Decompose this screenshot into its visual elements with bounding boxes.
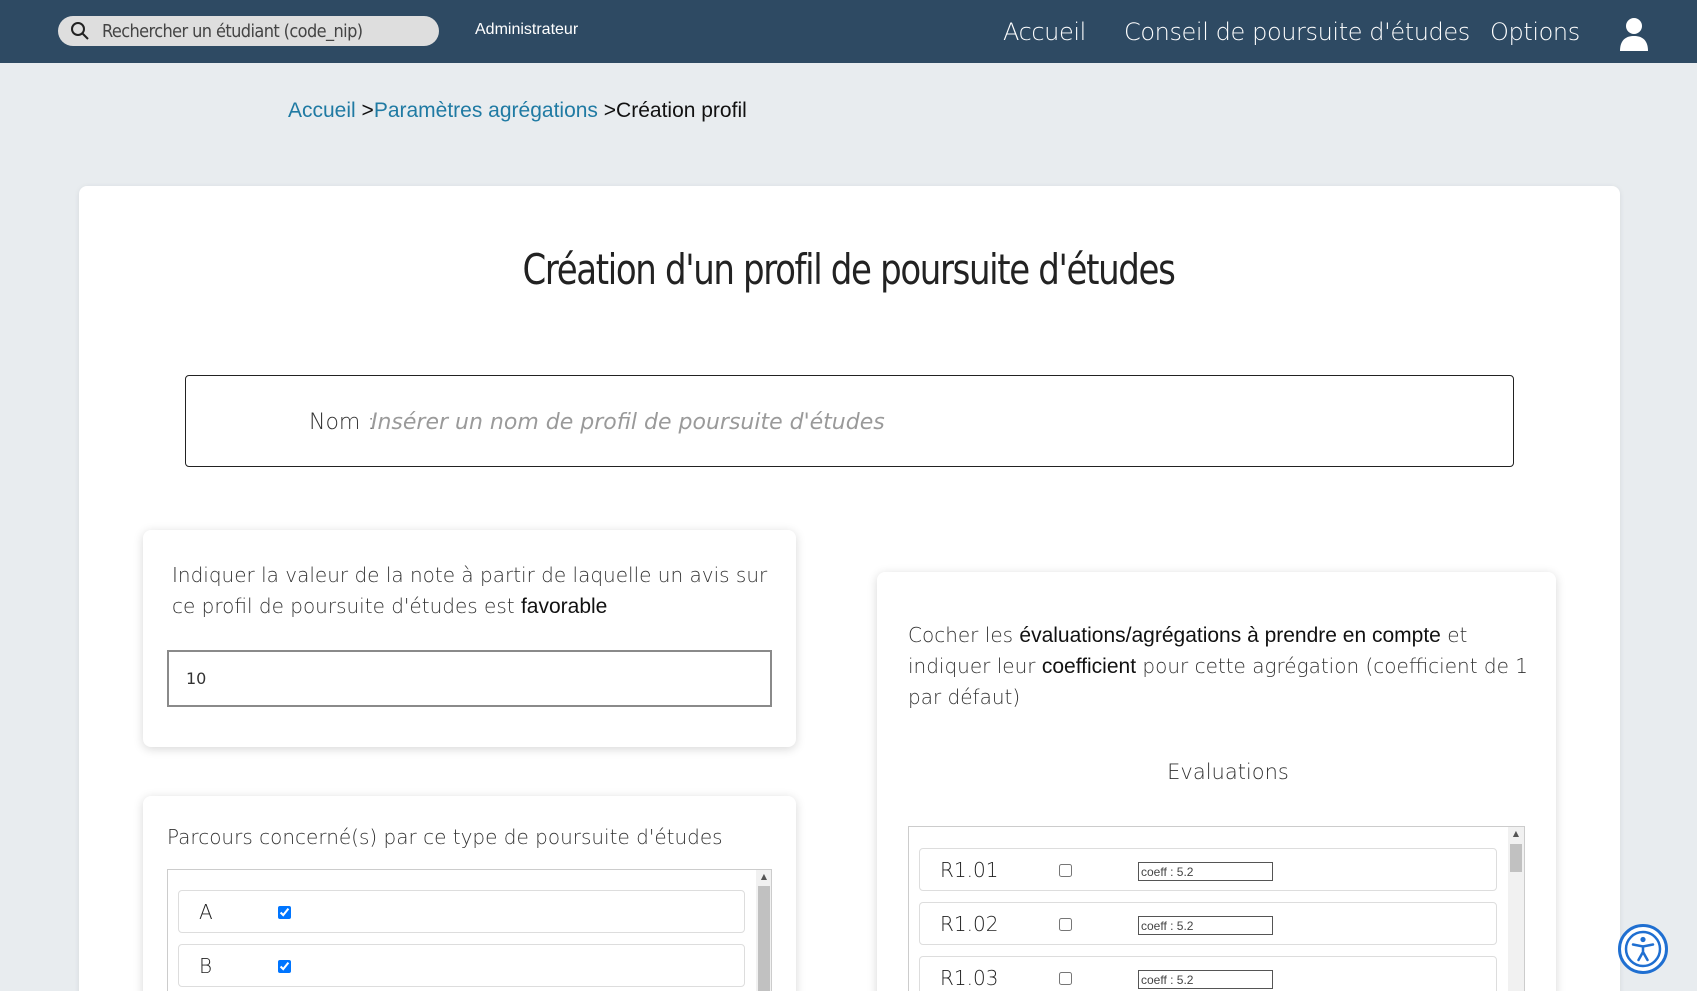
- parcours-label: B: [199, 954, 213, 978]
- threshold-text-bold: favorable: [520, 595, 608, 618]
- name-label: Nom :: [309, 410, 375, 435]
- breadcrumb-home[interactable]: Accueil: [288, 99, 356, 122]
- breadcrumb-separator: >: [355, 99, 374, 122]
- list-item: R1.02: [919, 902, 1497, 945]
- breadcrumb-parametres-agregations[interactable]: Paramètres agrégations: [374, 99, 598, 122]
- parcours-checkbox-a[interactable]: [278, 906, 291, 919]
- scroll-up-arrow-icon[interactable]: ▲: [1508, 827, 1524, 841]
- eval-text-bold: coefficient: [1041, 655, 1137, 678]
- nav-conseil-poursuite-etudes[interactable]: Conseil de poursuite d'études: [1124, 18, 1470, 46]
- eval-text: Cocher les: [908, 623, 1020, 647]
- list-item: R1.01: [919, 848, 1497, 891]
- list-item: A: [178, 890, 745, 933]
- parcours-scrollbar[interactable]: ▲: [756, 870, 771, 991]
- scrollbar-thumb[interactable]: [758, 886, 770, 991]
- accessibility-icon: [1624, 930, 1662, 968]
- threshold-instructions: Indiquer la valeur de la note à partir d…: [172, 560, 772, 622]
- evaluation-label: R1.02: [940, 912, 999, 936]
- profile-name-input[interactable]: [371, 404, 1471, 440]
- evaluation-label: R1.03: [940, 966, 999, 990]
- evaluation-checkbox-r1-02[interactable]: [1059, 918, 1072, 931]
- parcours-label: A: [199, 900, 213, 924]
- user-icon[interactable]: [1619, 17, 1649, 51]
- evaluations-instructions: Cocher les évaluations/agrégations à pre…: [908, 620, 1533, 713]
- breadcrumb-separator: >: [597, 99, 617, 122]
- coeff-input-r1-02[interactable]: [1138, 916, 1273, 935]
- user-role: Administrateur: [475, 21, 579, 38]
- eval-text-bold: évaluations/agrégations à prendre en com…: [1019, 624, 1441, 647]
- page-title: Création d'un profil de poursuite d'étud…: [522, 245, 1176, 294]
- evaluation-checkbox-r1-03[interactable]: [1059, 972, 1072, 985]
- scroll-up-arrow-icon[interactable]: ▲: [756, 870, 771, 884]
- coeff-input-r1-01[interactable]: [1138, 862, 1273, 881]
- parcours-list[interactable]: A B ▲: [167, 869, 772, 991]
- parcours-checkbox-b[interactable]: [278, 960, 291, 973]
- top-navbar: Administrateur Accueil Conseil de poursu…: [0, 0, 1697, 63]
- breadcrumb-current: Création profil: [616, 99, 747, 122]
- student-search[interactable]: [58, 16, 439, 46]
- evaluation-checkbox-r1-01[interactable]: [1059, 864, 1072, 877]
- coeff-input-r1-03[interactable]: [1138, 970, 1273, 989]
- evaluation-label: R1.01: [940, 858, 999, 882]
- accessibility-button[interactable]: [1618, 924, 1668, 974]
- threshold-panel: Indiquer la valeur de la note à partir d…: [143, 530, 796, 747]
- search-input[interactable]: [102, 19, 422, 43]
- nav-options[interactable]: Options: [1490, 18, 1580, 46]
- breadcrumb: Accueil >Paramètres agrégations >Créatio…: [288, 99, 747, 123]
- name-field-box: Nom :: [185, 375, 1514, 467]
- threshold-text: Indiquer la valeur de la note à partir d…: [172, 563, 768, 618]
- nav-accueil[interactable]: Accueil: [1003, 18, 1086, 46]
- evaluations-list[interactable]: R1.01 R1.02 R1.03 ▲: [908, 826, 1525, 991]
- parcours-title: Parcours concerné(s) par ce type de pour…: [167, 825, 723, 849]
- list-item: R1.03: [919, 956, 1497, 991]
- threshold-input[interactable]: [167, 650, 772, 707]
- scrollbar-thumb[interactable]: [1510, 844, 1522, 872]
- evaluations-scrollbar[interactable]: ▲: [1508, 827, 1524, 991]
- parcours-panel: Parcours concerné(s) par ce type de pour…: [143, 796, 796, 991]
- search-icon: [71, 22, 89, 40]
- list-item: B: [178, 944, 745, 987]
- evaluations-list-title: Evaluations: [1167, 760, 1289, 784]
